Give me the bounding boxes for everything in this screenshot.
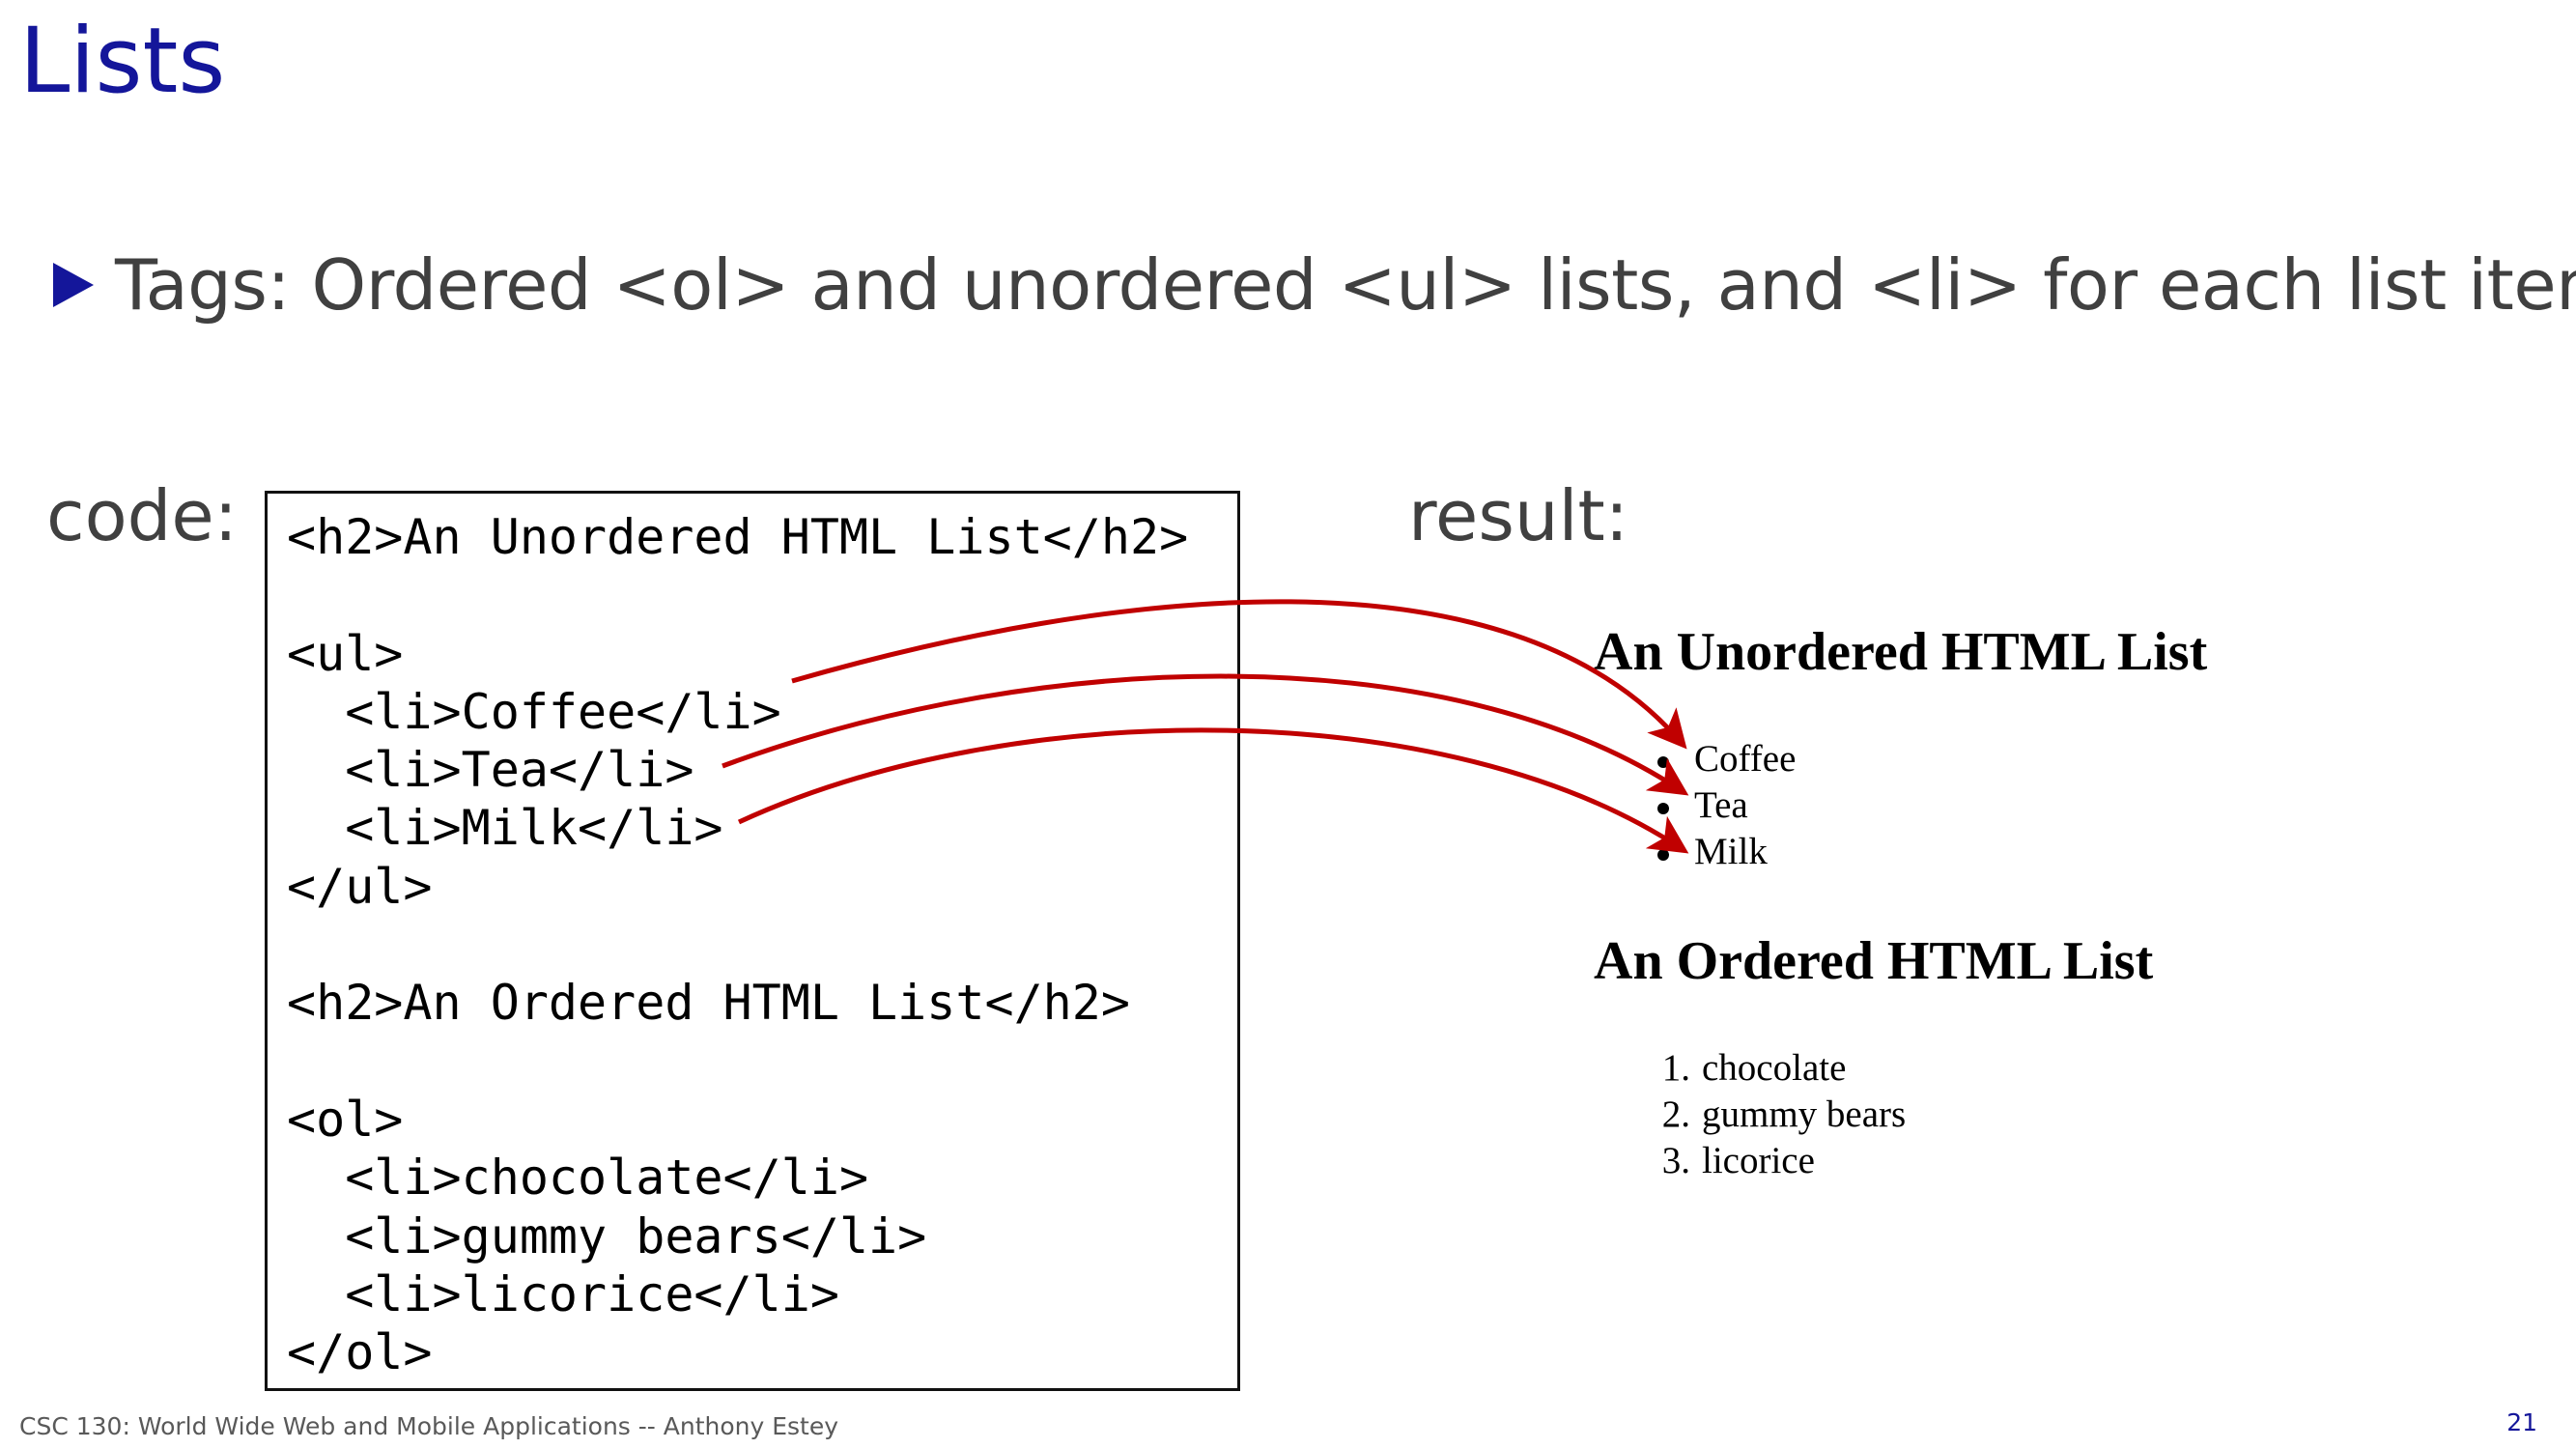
- list-item: 1. chocolate: [1594, 1045, 1906, 1092]
- bullet-dot-icon: [1657, 803, 1669, 814]
- list-item-number: 3.: [1661, 1140, 1690, 1181]
- code-line: <li>Tea</li>: [287, 742, 694, 799]
- bullet-dot-icon: [1657, 849, 1669, 861]
- code-line: </ul>: [287, 858, 433, 915]
- code-line: <h2>An Ordered HTML List</h2>: [287, 975, 1130, 1032]
- slide-title: Lists: [19, 9, 226, 114]
- bullet-text: Tags: Ordered <ol> and unordered <ul> li…: [115, 244, 2576, 326]
- list-item-label: gummy bears: [1702, 1094, 1907, 1135]
- list-item-number: 2.: [1661, 1094, 1690, 1135]
- list-item-label: Coffee: [1694, 738, 1797, 780]
- code-line: <li>Coffee</li>: [287, 683, 781, 740]
- code-line: <h2>An Unordered HTML List</h2>: [287, 509, 1189, 565]
- footer-course: CSC 130: World Wide Web and Mobile Appli…: [19, 1412, 839, 1440]
- code-line: <li>Milk</li>: [287, 800, 723, 857]
- list-item-number: 1.: [1661, 1047, 1690, 1089]
- result-ol-heading: An Ordered HTML List: [1594, 931, 2154, 991]
- list-item-label: licorice: [1702, 1140, 1815, 1181]
- list-item-label: chocolate: [1702, 1047, 1847, 1089]
- code-box: <h2>An Unordered HTML List</h2> <ul> <li…: [265, 491, 1240, 1391]
- triangle-bullet-icon: [53, 263, 94, 307]
- code-label: code:: [46, 475, 238, 556]
- result-ordered-list: 1. chocolate 2. gummy bears 3. licorice: [1594, 1045, 1906, 1184]
- result-unordered-list: Coffee Tea Milk: [1594, 736, 1796, 875]
- result-ul-heading: An Unordered HTML List: [1594, 622, 2208, 682]
- list-item: Milk: [1594, 829, 1796, 875]
- code-line: <ol>: [287, 1091, 404, 1148]
- code-line: <ul>: [287, 625, 404, 682]
- list-item-label: Tea: [1694, 784, 1748, 826]
- result-label: result:: [1408, 475, 1628, 556]
- code-line: <li>chocolate</li>: [287, 1150, 869, 1207]
- list-item-label: Milk: [1694, 831, 1768, 872]
- bullet-dot-icon: [1657, 756, 1669, 768]
- code-line: <li>gummy bears</li>: [287, 1208, 927, 1264]
- list-item: Tea: [1594, 782, 1796, 829]
- code-line: <li>licorice</li>: [287, 1265, 839, 1322]
- bullet-point: Tags: Ordered <ol> and unordered <ul> li…: [53, 234, 2576, 336]
- list-item: 2. gummy bears: [1594, 1092, 1906, 1138]
- code-line: </ol>: [287, 1324, 433, 1381]
- page-number: 21: [2506, 1408, 2537, 1436]
- list-item: Coffee: [1594, 736, 1796, 782]
- list-item: 3. licorice: [1594, 1138, 1906, 1184]
